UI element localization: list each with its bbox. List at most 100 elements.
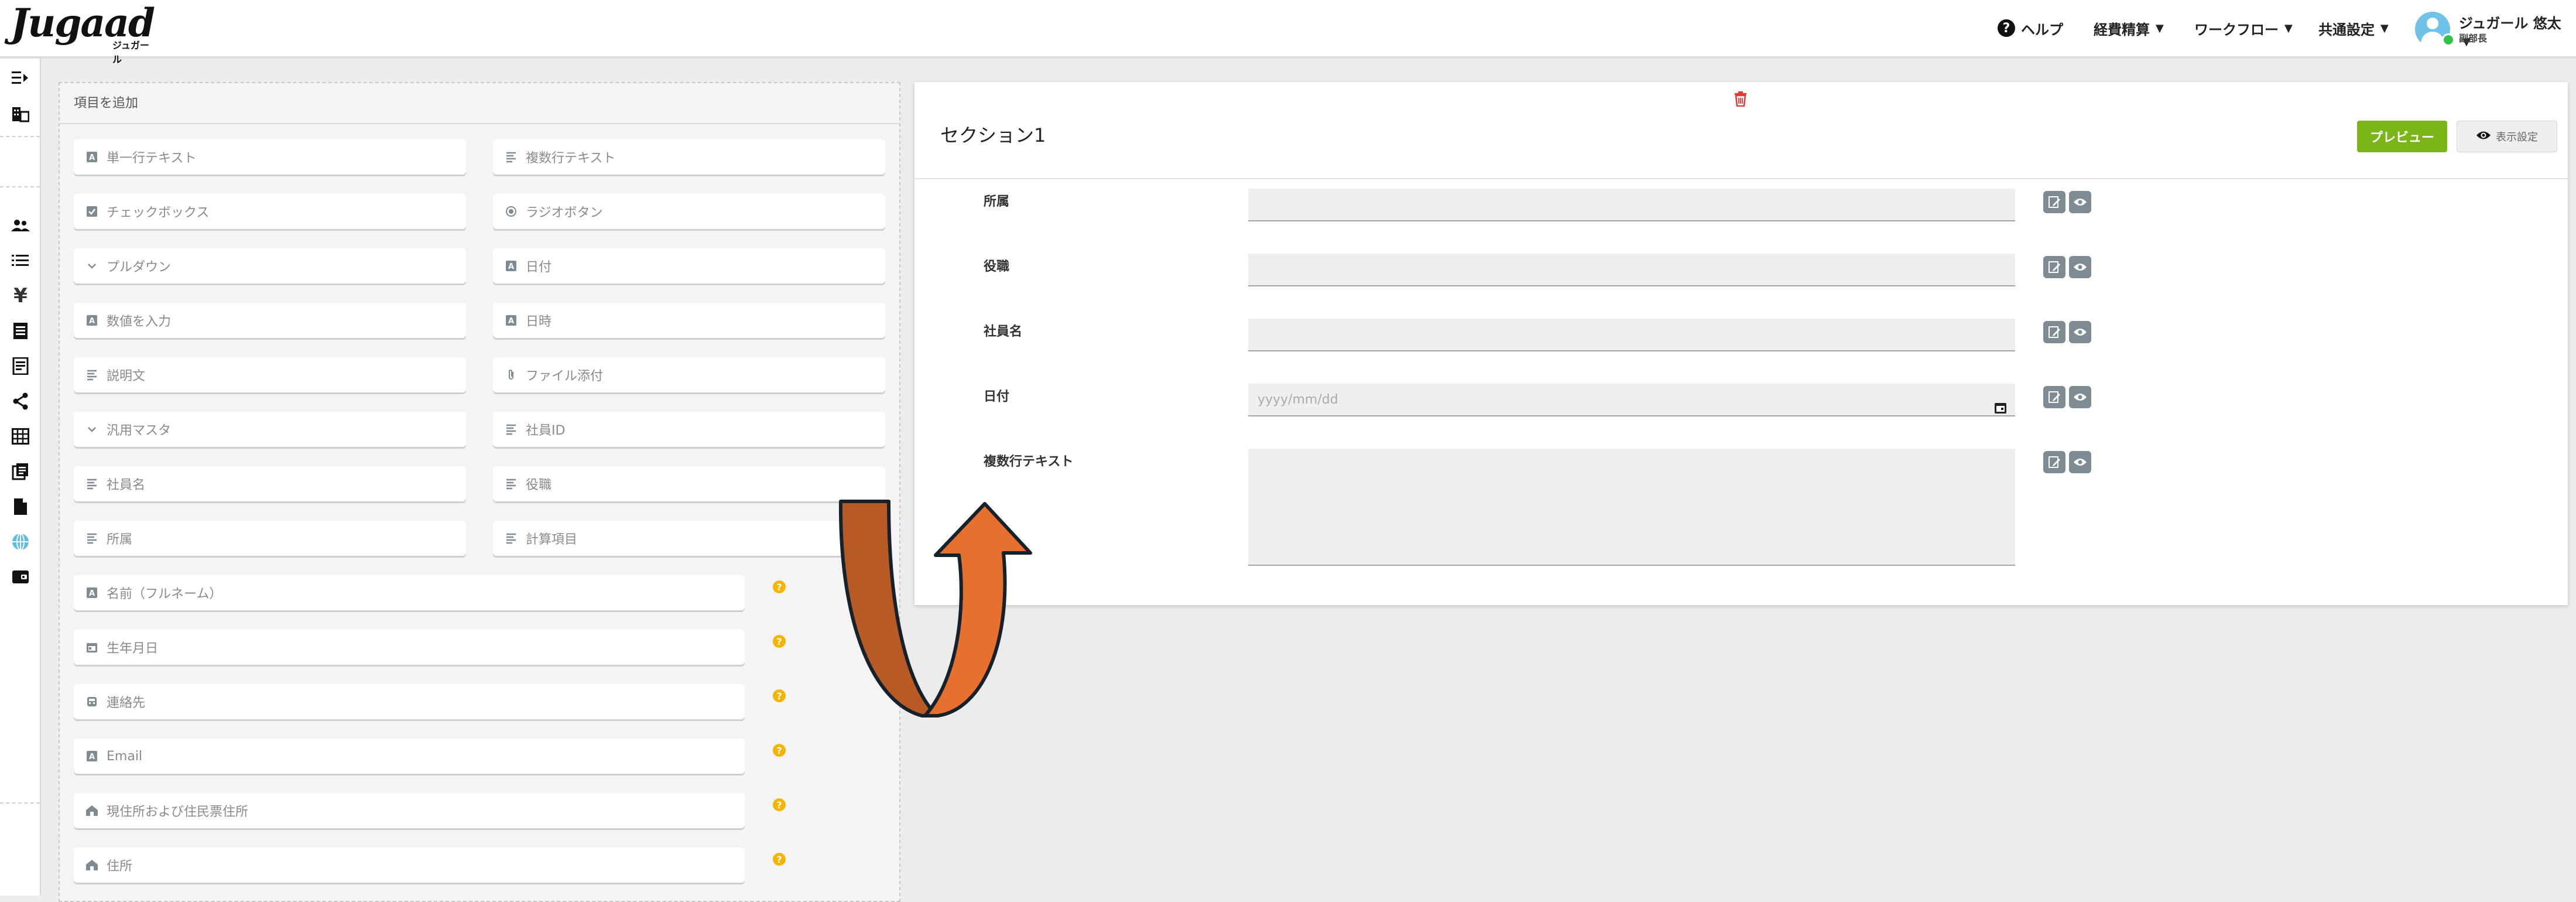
file-icon[interactable] bbox=[9, 496, 32, 518]
wallet-icon[interactable] bbox=[9, 566, 32, 588]
help-question-icon[interactable]: ? bbox=[773, 635, 786, 648]
palette-item-calculation[interactable]: 計算項目 bbox=[493, 521, 885, 556]
palette-item-dropdown[interactable]: プルダウン bbox=[74, 248, 466, 283]
question-icon: ? bbox=[1998, 19, 2015, 37]
department-input[interactable] bbox=[1248, 189, 2015, 221]
text-box-icon: A bbox=[505, 259, 518, 272]
eye-icon[interactable] bbox=[2069, 321, 2091, 343]
field-label-employee-name: 社員名 bbox=[984, 324, 1023, 339]
logo-subtitle: ジュガール bbox=[112, 40, 149, 65]
paragraph-icon bbox=[505, 151, 518, 163]
help-question-icon[interactable]: ? bbox=[773, 580, 786, 593]
palette-item-multi-line[interactable]: 複数行テキスト bbox=[493, 139, 885, 175]
menu-workflow[interactable]: ワークフロー ▼ bbox=[2194, 0, 2293, 56]
section-title[interactable]: セクション1 bbox=[940, 121, 1046, 148]
paragraph-icon bbox=[85, 368, 98, 381]
globe-icon[interactable] bbox=[9, 531, 32, 553]
yen-icon[interactable]: ¥ bbox=[9, 284, 32, 308]
eye-icon[interactable] bbox=[2069, 191, 2091, 213]
palette-item-master[interactable]: 汎用マスタ bbox=[74, 412, 466, 447]
date-input[interactable]: yyyy/mm/dd bbox=[1248, 384, 2015, 416]
trash-icon[interactable] bbox=[1734, 91, 1747, 109]
palette-item-checkbox[interactable]: チェックボックス bbox=[74, 194, 466, 229]
palette-item-description[interactable]: 説明文 bbox=[74, 357, 466, 392]
palette-item-label: 汎用マスタ bbox=[107, 423, 172, 438]
help-menu[interactable]: ? ヘルプ bbox=[1998, 0, 2063, 56]
multiline-textarea[interactable] bbox=[1248, 449, 2015, 566]
help-question-icon[interactable]: ? bbox=[773, 853, 786, 866]
edit-icon[interactable] bbox=[2043, 451, 2065, 473]
palette-item-address[interactable]: 住所 bbox=[74, 848, 745, 883]
preview-button[interactable]: プレビュー bbox=[2357, 121, 2447, 152]
palette-item-label: ファイル添付 bbox=[526, 369, 604, 384]
copy-icon[interactable] bbox=[9, 460, 32, 483]
palette-item-email[interactable]: A Email bbox=[74, 739, 745, 774]
field-label-multiline: 複数行テキスト bbox=[984, 455, 1074, 469]
palette-item-label: 生年月日 bbox=[107, 641, 159, 656]
palette-item-current-address[interactable]: 現住所および住民票住所 bbox=[74, 793, 745, 828]
paragraph-icon bbox=[505, 532, 518, 545]
help-question-icon[interactable]: ? bbox=[773, 689, 786, 702]
help-label: ヘルプ bbox=[2021, 21, 2063, 38]
edit-icon[interactable] bbox=[2043, 256, 2065, 278]
palette-title: 項目を追加 bbox=[60, 83, 899, 124]
text-box-icon: A bbox=[85, 314, 98, 327]
jugaad-logo[interactable]: Jugaad ジュガール bbox=[11, 2, 157, 65]
eye-icon[interactable] bbox=[2069, 451, 2091, 473]
building-icon[interactable] bbox=[9, 103, 32, 125]
menu-common-settings[interactable]: 共通設定 ▼ bbox=[2318, 0, 2389, 56]
palette-item-label: 住所 bbox=[107, 859, 133, 874]
palette-item-attachment[interactable]: ファイル添付 bbox=[493, 357, 885, 392]
edit-icon[interactable] bbox=[2043, 191, 2065, 213]
paperclip-icon bbox=[505, 368, 518, 381]
user-role: 副部長 bbox=[2459, 33, 2488, 44]
display-settings-button[interactable]: 表示設定 bbox=[2457, 121, 2557, 152]
left-rail: ¥ bbox=[0, 59, 41, 896]
palette-item-label: プルダウン bbox=[107, 260, 172, 275]
svg-text:A: A bbox=[508, 262, 514, 271]
palette-item-label: 日時 bbox=[526, 315, 552, 329]
eye-icon[interactable] bbox=[2069, 386, 2091, 408]
edit-icon[interactable] bbox=[2043, 386, 2065, 408]
position-input[interactable] bbox=[1248, 254, 2015, 286]
palette-item-label: 単一行テキスト bbox=[107, 151, 197, 166]
receipt-icon[interactable] bbox=[9, 355, 32, 377]
document-icon[interactable] bbox=[9, 320, 32, 342]
display-settings-label: 表示設定 bbox=[2496, 131, 2538, 144]
calendar-icon[interactable] bbox=[1994, 394, 2007, 427]
paragraph-icon bbox=[85, 532, 98, 545]
palette-item-contact[interactable]: 連絡先 bbox=[74, 684, 745, 719]
employee-name-input[interactable] bbox=[1248, 319, 2015, 351]
menu-expense[interactable]: 経費精算 ▼ bbox=[2094, 0, 2164, 56]
palette-item-label: 所属 bbox=[107, 532, 133, 547]
chevron-down-icon bbox=[85, 259, 98, 272]
palette-item-datetime[interactable]: A 日時 bbox=[493, 303, 885, 338]
palette-item-date[interactable]: A 日付 bbox=[493, 248, 885, 283]
palette-item-number[interactable]: A 数値を入力 bbox=[74, 303, 466, 338]
palette-item-single-line[interactable]: A 単一行テキスト bbox=[74, 139, 466, 175]
collapse-menu-icon[interactable] bbox=[9, 67, 32, 89]
palette-item-radio[interactable]: ラジオボタン bbox=[493, 194, 885, 229]
table-icon[interactable] bbox=[9, 425, 32, 447]
share-icon[interactable] bbox=[9, 390, 32, 412]
help-question-icon[interactable]: ? bbox=[773, 798, 786, 811]
section-header: セクション1 プレビュー 表示設定 bbox=[914, 82, 2568, 179]
palette-item-position[interactable]: 役職 bbox=[493, 466, 885, 501]
field-palette: 項目を追加 A 単一行テキスト 複数行テキスト チェックボックス ラジオボタン … bbox=[59, 82, 900, 902]
palette-item-label: 名前（フルネーム） bbox=[107, 587, 222, 602]
chevron-down-icon bbox=[85, 423, 98, 436]
caret-down-icon: ▼ bbox=[2156, 22, 2164, 35]
palette-item-department[interactable]: 所属 bbox=[74, 521, 466, 556]
palette-item-birthdate[interactable]: 生年月日 bbox=[74, 630, 745, 665]
palette-item-employee-name[interactable]: 社員名 bbox=[74, 466, 466, 501]
palette-item-employee-id[interactable]: 社員ID bbox=[493, 412, 885, 447]
list-icon[interactable] bbox=[9, 250, 32, 272]
text-box-icon: A bbox=[505, 314, 518, 327]
palette-item-full-name[interactable]: A 名前（フルネーム） bbox=[74, 575, 745, 610]
palette-item-label: 社員名 bbox=[107, 478, 146, 493]
eye-icon[interactable] bbox=[2069, 256, 2091, 278]
users-icon[interactable] bbox=[9, 214, 32, 237]
palette-item-label: ラジオボタン bbox=[526, 206, 603, 220]
edit-icon[interactable] bbox=[2043, 321, 2065, 343]
help-question-icon[interactable]: ? bbox=[773, 744, 786, 757]
